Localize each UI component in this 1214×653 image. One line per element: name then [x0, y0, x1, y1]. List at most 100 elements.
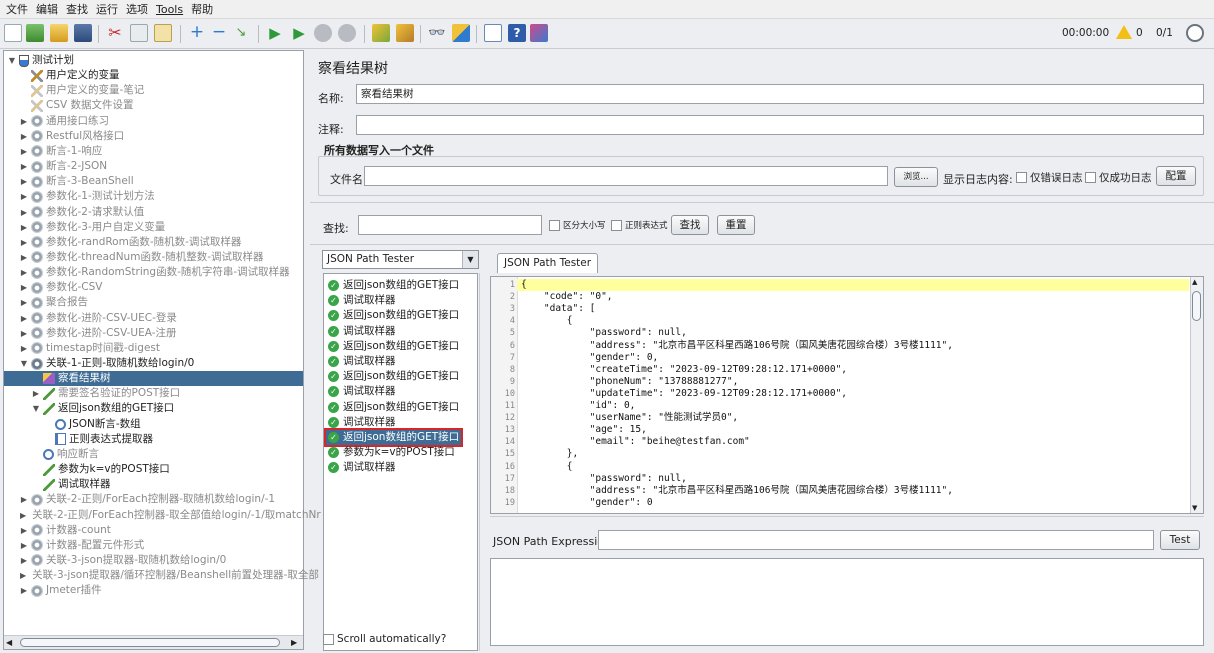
tree-node[interactable]: JSON断言-数组	[4, 417, 303, 432]
remote-icon[interactable]	[530, 24, 548, 42]
menu-tools[interactable]: Tools	[156, 3, 183, 16]
json-path-expression-field[interactable]	[598, 530, 1154, 550]
result-item[interactable]: ✓ 返回json数组的GET接口	[326, 308, 461, 323]
tree-node[interactable]: ▶ 关联-2-正则/ForEach控制器-取随机数给login/-1	[4, 492, 303, 507]
tree-node[interactable]: 察看结果树	[4, 371, 303, 387]
binoculars-icon[interactable]: 👓	[428, 24, 446, 42]
comment-field[interactable]	[356, 115, 1204, 135]
tree-node[interactable]: 响应断言	[4, 447, 303, 462]
menu-options[interactable]: 选项	[126, 1, 148, 17]
tree-node[interactable]: ▶ 需要签名验证的POST接口	[4, 386, 303, 401]
result-item[interactable]: ✓ 返回json数组的GET接口	[326, 400, 461, 415]
tree-node[interactable]: 参数为k=v的POST接口	[4, 462, 303, 477]
tree-node[interactable]: ▼ 返回json数组的GET接口	[4, 401, 303, 416]
tree-scroll-thumb[interactable]	[20, 638, 280, 647]
menu-file[interactable]: 文件	[6, 1, 28, 17]
tree-node[interactable]: ▶ 参数化-3-用户自定义变量	[4, 220, 303, 235]
clear-icon[interactable]	[372, 24, 390, 42]
collapsed-icon[interactable]: ▶	[20, 508, 26, 523]
result-item[interactable]: ✓ 返回json数组的GET接口	[323, 428, 464, 447]
result-item[interactable]: ✓ 调试取样器	[326, 293, 398, 308]
tree-node[interactable]: ▶ 参数化-CSV	[4, 280, 303, 295]
copy-icon[interactable]	[130, 24, 148, 42]
expanded-icon[interactable]: ▼	[20, 356, 28, 371]
tree-node[interactable]: ▶ 参数化-RandomString函数-随机字符串-调试取样器	[4, 265, 303, 280]
collapsed-icon[interactable]: ▶	[20, 189, 28, 204]
tree-node[interactable]: ▶ 关联-2-正则/ForEach控制器-取全部值给login/-1/取match…	[4, 508, 321, 523]
paste-icon[interactable]	[154, 24, 172, 42]
scroll-down-icon[interactable]: ▼	[1192, 504, 1197, 512]
tree-horizontal-scrollbar[interactable]: ◀ ▶	[4, 635, 303, 649]
tree-node[interactable]: ▶ 通用接口练习	[4, 114, 303, 129]
tree-node[interactable]: ▶ 参数化-threadNum函数-随机整数-调试取样器	[4, 250, 303, 265]
result-item[interactable]: ✓ 调试取样器	[326, 384, 398, 399]
stop-icon[interactable]	[314, 24, 332, 42]
json-vertical-scrollbar[interactable]: ▲ ▼	[1190, 277, 1203, 513]
tree-node[interactable]: ▶ 聚合报告	[4, 295, 303, 310]
splitter[interactable]	[310, 202, 1214, 208]
collapsed-icon[interactable]: ▶	[20, 341, 28, 356]
tree-node[interactable]: CSV 数据文件设置	[4, 98, 303, 113]
tree-node[interactable]: 用户定义的变量	[4, 68, 303, 83]
clear-all-icon[interactable]	[396, 24, 414, 42]
collapsed-icon[interactable]: ▶	[20, 583, 28, 598]
collapsed-icon[interactable]: ▶	[20, 553, 28, 568]
browse-button[interactable]: 浏览...	[894, 167, 938, 187]
collapsed-icon[interactable]: ▶	[20, 174, 28, 189]
collapsed-icon[interactable]: ▶	[20, 129, 28, 144]
collapsed-icon[interactable]: ▶	[20, 326, 28, 341]
collapsed-icon[interactable]: ▶	[20, 523, 28, 538]
tree-node[interactable]: ▶ 断言-1-响应	[4, 144, 303, 159]
tree-node[interactable]: ▶ 参数化-进阶-CSV-UEA-注册	[4, 326, 303, 341]
open-icon[interactable]	[50, 24, 68, 42]
splitter-3[interactable]	[490, 516, 1204, 522]
tab-json-path-tester[interactable]: JSON Path Tester	[497, 253, 599, 273]
templates-icon[interactable]	[26, 24, 44, 42]
result-item[interactable]: ✓ 返回json数组的GET接口	[326, 369, 461, 384]
help-icon[interactable]: ?	[508, 24, 526, 42]
test-plan-tree[interactable]: ▼ 测试计划 用户定义的变量 用户定义的变量-笔记 CSV 数据文件设置 ▶ 通用接口练习 ▶…	[3, 50, 321, 650]
tree-node[interactable]: ▶ 断言-3-BeanShell	[4, 174, 303, 189]
collapsed-icon[interactable]: ▶	[20, 568, 26, 583]
collapsed-icon[interactable]: ▶	[20, 311, 28, 326]
collapsed-icon[interactable]: ▶	[20, 280, 28, 295]
shutdown-icon[interactable]	[338, 24, 356, 42]
result-item[interactable]: ✓ 返回json数组的GET接口	[326, 339, 461, 354]
collapsed-icon[interactable]: ▶	[20, 114, 28, 129]
new-icon[interactable]	[4, 24, 22, 42]
tree-node[interactable]: ▶ 计数器-count	[4, 523, 303, 538]
tree-node[interactable]: 调试取样器	[4, 477, 303, 492]
result-item[interactable]: ✓ 参数为k=v的POST接口	[326, 445, 457, 460]
warning-icon[interactable]	[1116, 25, 1132, 39]
menu-help[interactable]: 帮助	[191, 1, 213, 17]
collapsed-icon[interactable]: ▶	[20, 295, 28, 310]
expanded-icon[interactable]: ▼	[8, 53, 16, 68]
collapsed-icon[interactable]: ▶	[20, 159, 28, 174]
result-item[interactable]: ✓ 调试取样器	[326, 354, 398, 369]
tree-node[interactable]: ▶ Restful风格接口	[4, 129, 303, 144]
collapse-icon[interactable]: −	[210, 24, 228, 42]
tree-node[interactable]: ▼ 测试计划	[4, 53, 303, 68]
renderer-select[interactable]: JSON Path Tester ▼	[322, 250, 479, 269]
reset-search-icon[interactable]	[452, 24, 470, 42]
collapsed-icon[interactable]: ▶	[20, 144, 28, 159]
tree-node[interactable]: ▶ 断言-2-JSON	[4, 159, 303, 174]
collapsed-icon[interactable]: ▶	[20, 250, 28, 265]
result-item[interactable]: ✓ 调试取样器	[326, 415, 398, 430]
collapsed-icon[interactable]: ▶	[20, 220, 28, 235]
chevron-down-icon[interactable]: ▼	[462, 251, 478, 268]
scroll-left-icon[interactable]: ◀	[6, 638, 16, 647]
save-icon[interactable]	[74, 24, 92, 42]
configure-button[interactable]: 配置	[1156, 166, 1196, 186]
expanded-icon[interactable]: ▼	[32, 401, 40, 416]
result-item[interactable]: ✓ 调试取样器	[326, 324, 398, 339]
regex-checkbox[interactable]: 正则表达式	[611, 219, 668, 231]
scroll-right-icon[interactable]: ▶	[291, 638, 301, 647]
tree-node[interactable]: ▶ 参数化-randRom函数-随机数-调试取样器	[4, 235, 303, 250]
collapsed-icon[interactable]: ▶	[20, 235, 28, 250]
test-button[interactable]: Test	[1160, 530, 1200, 550]
remote-status-icon[interactable]	[1186, 24, 1204, 42]
errors-only-checkbox[interactable]: 仅错误日志	[1016, 170, 1083, 185]
cut-icon[interactable]: ✂	[106, 24, 124, 42]
results-list[interactable]: ✓ 返回json数组的GET接口 ✓ 调试取样器 ✓ 返回json数组的GET接口 ✓ 调试取…	[323, 273, 478, 651]
